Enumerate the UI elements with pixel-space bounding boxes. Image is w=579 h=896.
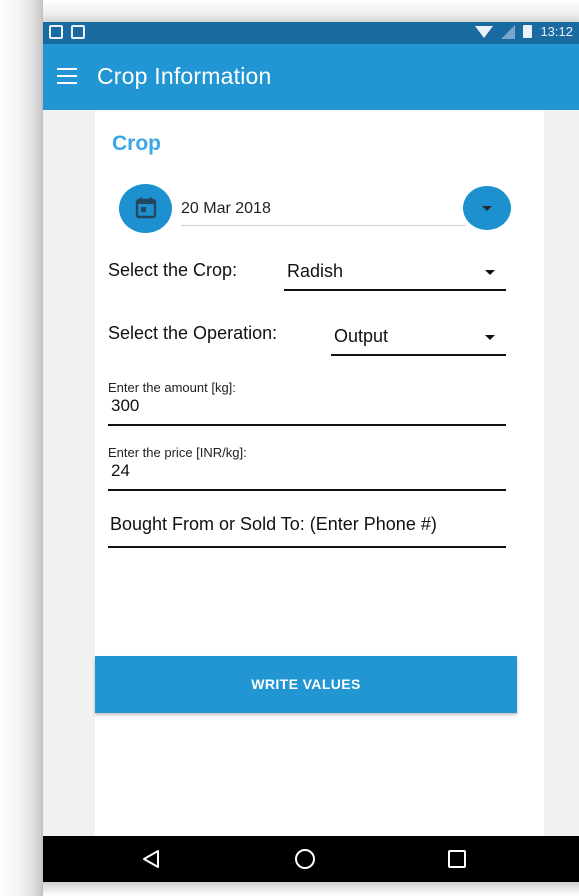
wifi-icon xyxy=(475,25,494,38)
system-icons: 13:12 xyxy=(475,24,573,39)
battery-icon xyxy=(523,25,533,38)
app-bar: Crop Information xyxy=(43,44,579,110)
date-dropdown-button[interactable] xyxy=(463,186,511,230)
phone-field[interactable]: Bought From or Sold To: (Enter Phone #) xyxy=(108,508,506,548)
operation-select[interactable]: Output xyxy=(331,318,506,356)
home-icon[interactable] xyxy=(295,849,315,869)
amount-value: 300 xyxy=(111,396,140,415)
recent-apps-icon[interactable] xyxy=(448,850,466,868)
date-underline xyxy=(181,225,466,226)
date-picker-button[interactable] xyxy=(119,184,172,233)
crop-select[interactable]: Radish xyxy=(284,253,506,291)
navigation-bar xyxy=(43,836,579,882)
menu-icon[interactable] xyxy=(57,68,77,84)
write-values-button[interactable]: WRITE VALUES xyxy=(95,656,517,713)
chevron-down-icon xyxy=(485,270,495,275)
selected-date: 20 Mar 2018 xyxy=(181,200,271,217)
device-frame-top xyxy=(43,0,579,22)
device-frame-bottom xyxy=(43,882,579,896)
operation-label: Select the Operation: xyxy=(108,323,278,343)
operation-select-value: Output xyxy=(334,326,389,346)
price-field[interactable]: Enter the price [INR/kg]: 24 xyxy=(108,445,506,491)
section-title: Crop xyxy=(112,132,161,155)
signal-icon xyxy=(501,24,516,39)
phone-screen: 13:12 Crop Information Crop 20 Mar 2018 … xyxy=(43,22,579,882)
page-title: Crop Information xyxy=(97,63,272,89)
phone-placeholder: Bought From or Sold To: (Enter Phone #) xyxy=(110,514,437,534)
price-value: 24 xyxy=(111,461,130,480)
notification-icons xyxy=(49,25,85,39)
status-time: 13:12 xyxy=(540,24,573,39)
dropdown-arrow-icon xyxy=(482,206,492,211)
status-bar: 13:12 xyxy=(43,22,579,44)
crop-select-value: Radish xyxy=(287,261,344,281)
amount-hint: Enter the amount [kg]: xyxy=(108,380,236,395)
write-values-label: WRITE VALUES xyxy=(251,676,361,692)
price-hint: Enter the price [INR/kg]: xyxy=(108,445,247,460)
crop-form-card: Crop 20 Mar 2018 Select the Crop: Radish… xyxy=(95,110,544,878)
notification-image-icon xyxy=(71,25,85,39)
calendar-icon xyxy=(135,197,157,219)
device-frame-left xyxy=(0,0,43,896)
crop-label: Select the Crop: xyxy=(108,260,238,280)
notification-app-icon xyxy=(49,25,63,39)
chevron-down-icon xyxy=(485,335,495,340)
amount-field[interactable]: Enter the amount [kg]: 300 xyxy=(108,380,506,426)
back-icon[interactable] xyxy=(141,849,161,869)
